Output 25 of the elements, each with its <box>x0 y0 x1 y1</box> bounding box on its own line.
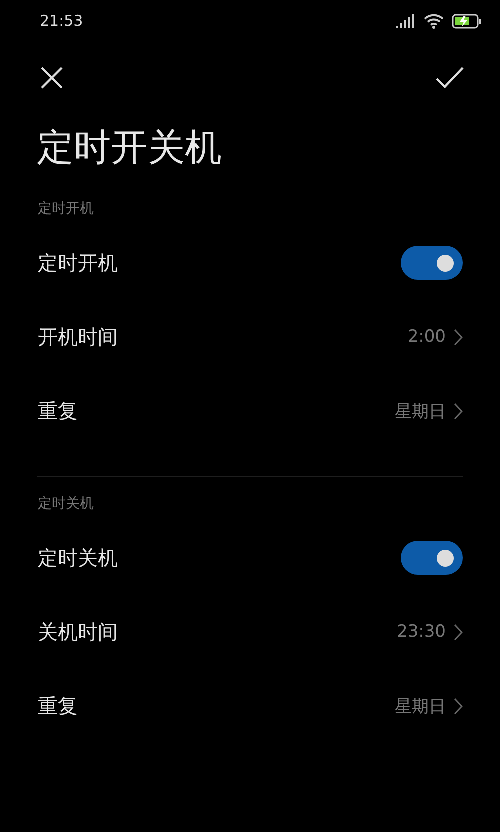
chevron-right-icon[interactable] <box>454 328 463 346</box>
setting-value: 星期日 <box>395 696 446 718</box>
setting-value: 星期日 <box>395 400 446 422</box>
check-icon[interactable] <box>436 66 464 90</box>
setting-label: 开机时间 <box>38 324 118 350</box>
battery-icon <box>452 14 482 28</box>
section-label: 定时开机 <box>38 200 94 218</box>
chevron-right-icon[interactable] <box>454 698 463 714</box>
toggle-switch[interactable] <box>401 246 463 280</box>
setting-label: 重复 <box>38 692 78 720</box>
section-label: 定时关机 <box>38 495 94 513</box>
chevron-right-icon[interactable] <box>454 624 463 640</box>
setting-label: 关机时间 <box>38 618 118 646</box>
setting-label: 重复 <box>38 398 78 424</box>
setting-label: 定时开机 <box>38 250 118 276</box>
wifi-icon <box>424 14 444 28</box>
toggle-switch[interactable] <box>401 541 463 575</box>
close-icon[interactable] <box>40 66 64 90</box>
signal-icon <box>396 14 416 28</box>
status-time: 21:53 <box>40 12 84 30</box>
setting-value: 2:00 <box>408 327 446 347</box>
setting-label: 定时关机 <box>38 544 118 572</box>
setting-value: 23:30 <box>397 622 446 642</box>
chevron-right-icon[interactable] <box>454 402 463 420</box>
page-title: 定时开关机 <box>37 125 222 171</box>
